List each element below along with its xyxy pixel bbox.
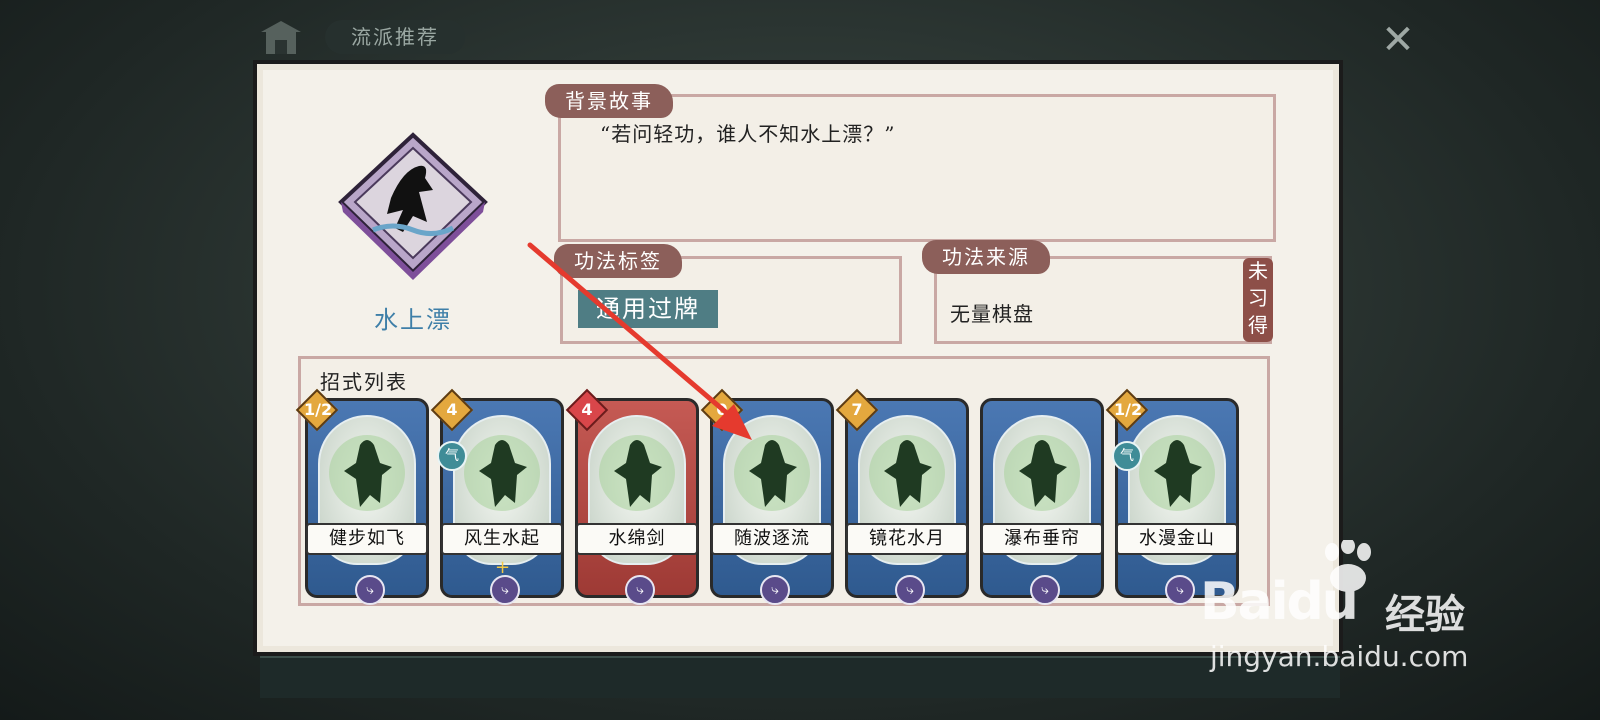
card-name: 水绵剑 — [576, 523, 698, 555]
martial-figure-icon — [464, 435, 540, 511]
move-card[interactable]: 风生水起 4 气 + ⤷ — [430, 388, 564, 605]
watermark-url: jingyan.baidu.com — [1210, 640, 1469, 673]
skill-emblem-icon — [338, 132, 488, 280]
card-name: 瀑布垂帘 — [981, 523, 1103, 555]
move-card[interactable]: 随波逐流 0 ⤷ — [700, 388, 834, 605]
tags-label: 功法标签 — [554, 244, 682, 278]
story-text: “若问轻功，谁人不知水上漂？” — [600, 122, 896, 146]
qi-icon: 气 — [437, 441, 467, 471]
watermark-logo: Baidu — [1200, 572, 1359, 632]
martial-figure-icon — [734, 435, 810, 511]
cost-value: 4 — [446, 400, 458, 419]
card-name: 健步如飞 — [306, 523, 428, 555]
martial-figure-icon — [1139, 435, 1215, 511]
martial-figure-icon — [1004, 435, 1080, 511]
cost-value: 1/2 — [304, 400, 333, 419]
card-type-icon: ⤷ — [895, 575, 925, 605]
card-name: 风生水起 — [441, 523, 563, 555]
qi-icon: 气 — [1112, 441, 1142, 471]
move-card[interactable]: 瀑布垂帘 ⤷ — [980, 398, 1104, 605]
home-icon[interactable] — [258, 18, 304, 58]
tab-school-recommend[interactable]: 流派推荐 — [325, 20, 465, 54]
tag-chip[interactable]: 通用过牌 — [578, 290, 718, 328]
move-card[interactable]: 健步如飞 1/2 ⤷ — [295, 388, 429, 605]
martial-figure-icon — [329, 435, 405, 511]
card-type-icon: ⤷ — [1165, 575, 1195, 605]
watermark: Baidu 经验 jingyan.baidu.com — [1200, 540, 1500, 680]
card-type-icon: ⤷ — [490, 575, 520, 605]
skill-name: 水上漂 — [374, 306, 452, 334]
source-text: 无量棋盘 — [950, 302, 1034, 326]
cost-value: 7 — [851, 400, 863, 419]
card-type-icon: ⤷ — [1030, 575, 1060, 605]
background-bottom-bar — [260, 655, 1340, 698]
cost-value: 0 — [716, 400, 728, 419]
move-card[interactable]: 水绵剑 4 ⤷ — [565, 388, 699, 605]
status-badge: 未习得 — [1243, 258, 1273, 342]
moves-title: 招式列表 — [320, 370, 408, 394]
source-label: 功法来源 — [922, 240, 1050, 274]
card-name: 镜花水月 — [846, 523, 968, 555]
card-type-icon: ⤷ — [625, 575, 655, 605]
close-button[interactable]: ✕ — [1376, 18, 1420, 62]
card-name: 随波逐流 — [711, 523, 833, 555]
story-label: 背景故事 — [545, 84, 673, 118]
card-type-icon: ⤷ — [355, 575, 385, 605]
watermark-cn: 经验 — [1385, 592, 1465, 638]
move-card[interactable]: 镜花水月 7 ⤷ — [835, 388, 969, 605]
cost-value: 1/2 — [1114, 400, 1143, 419]
martial-figure-icon — [599, 435, 675, 511]
cost-value: 4 — [581, 400, 593, 419]
martial-figure-icon — [869, 435, 945, 511]
card-type-icon: ⤷ — [760, 575, 790, 605]
